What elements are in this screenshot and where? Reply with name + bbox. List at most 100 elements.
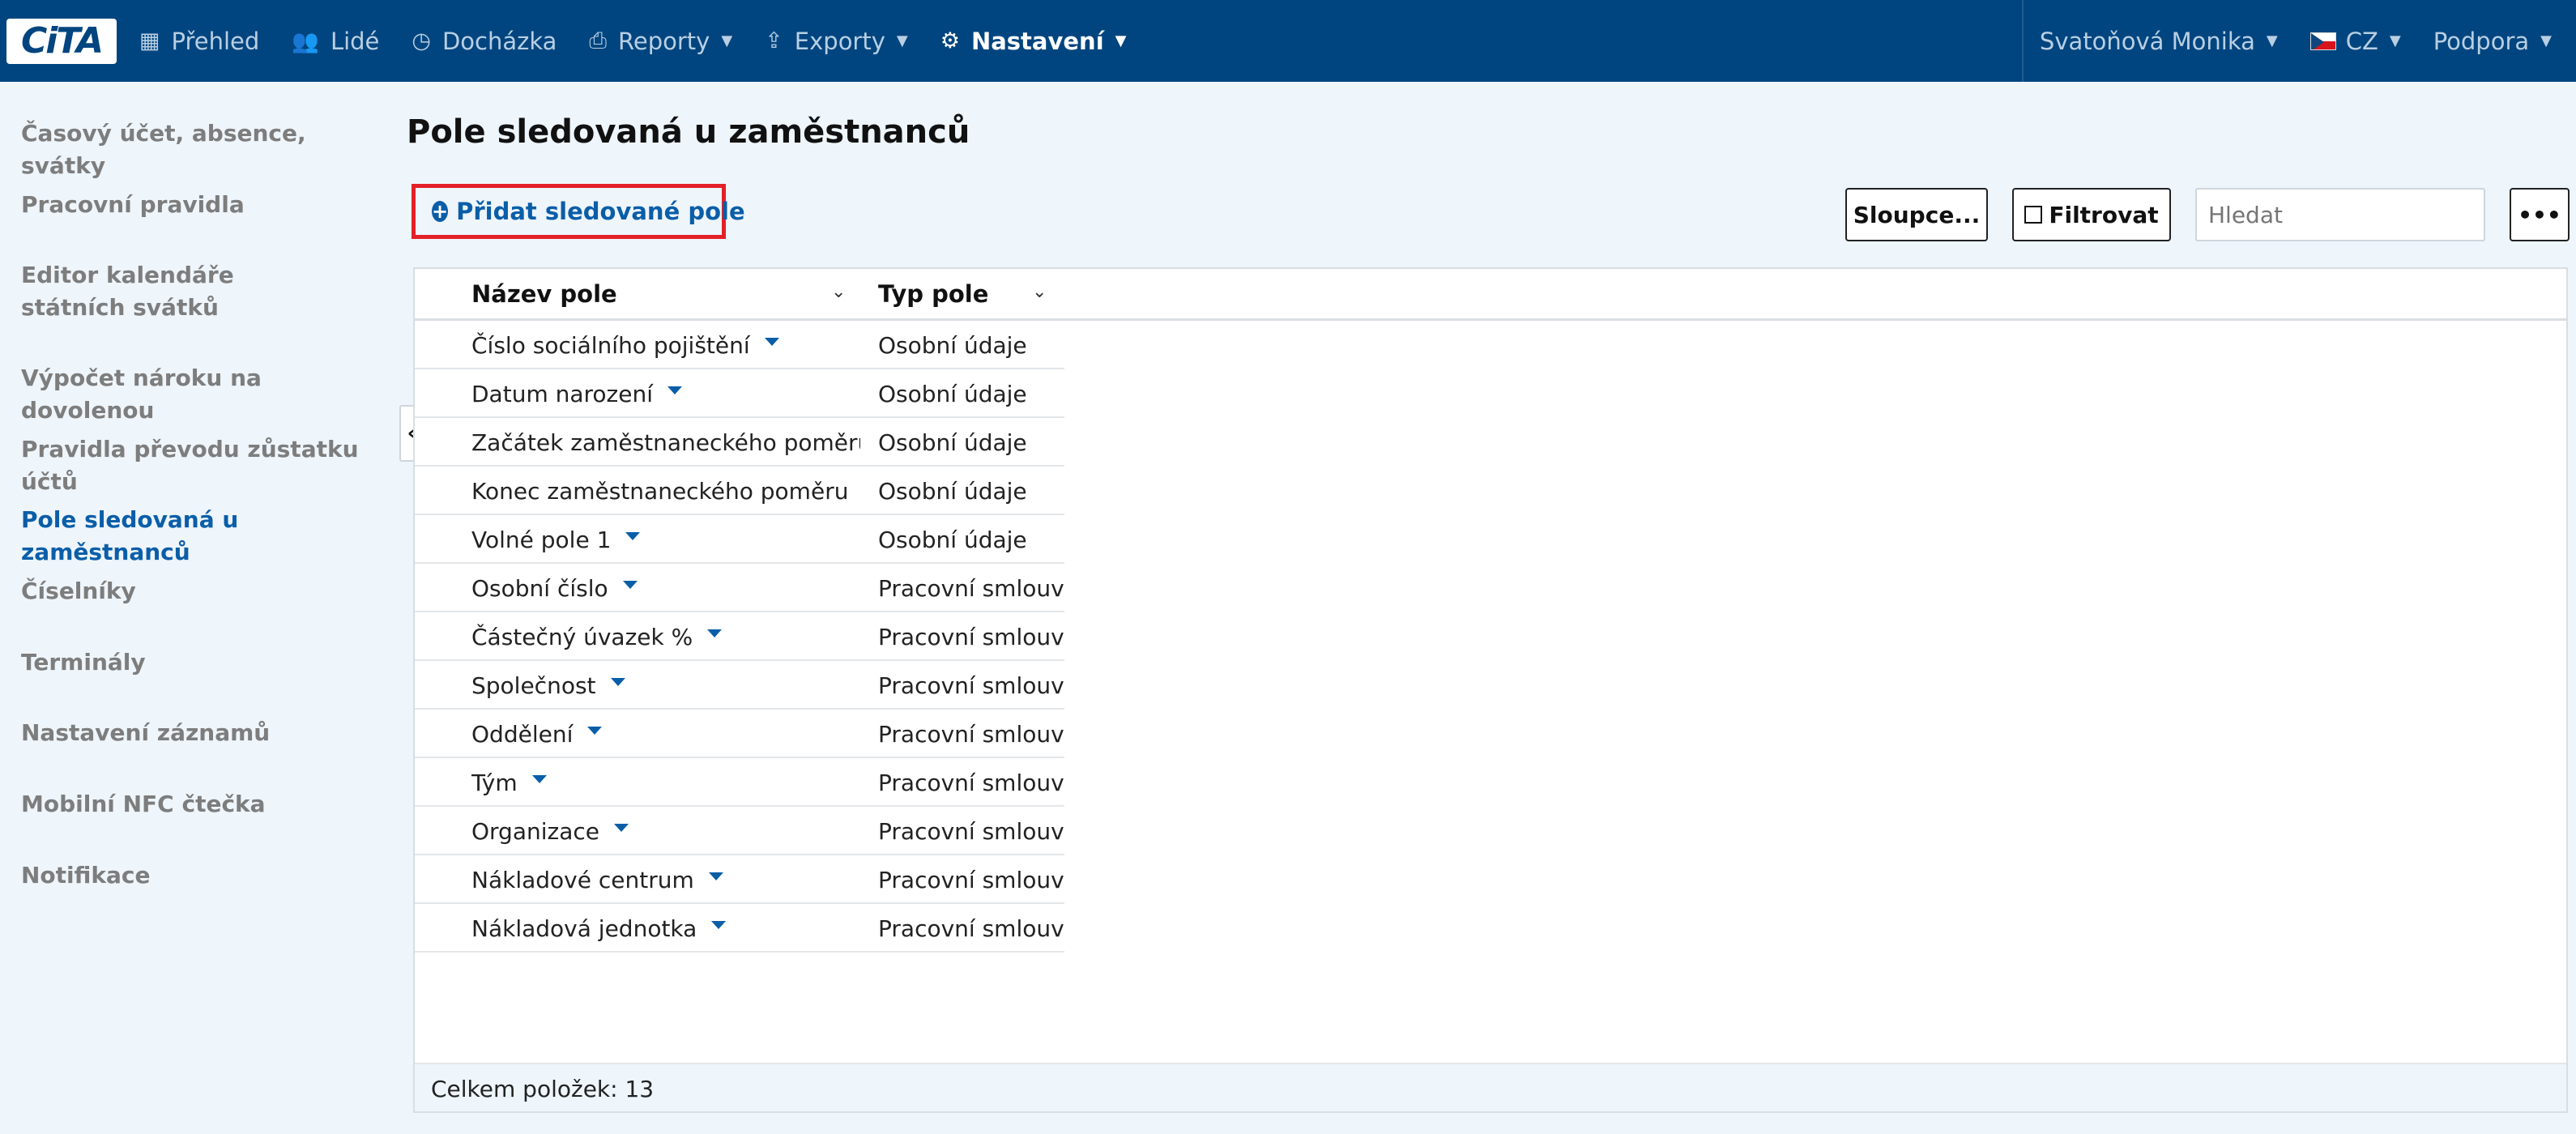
settings-sidebar: Časový účet, absence, svátky Pracovní pr… <box>0 82 397 1134</box>
dropdown-arrow-icon[interactable] <box>610 678 625 686</box>
nav-lide-label: Lidé <box>330 27 380 55</box>
sidebar-item-record-settings[interactable]: Nastavení záznamů <box>21 717 386 749</box>
sidebar-item-terminals[interactable]: Terminály <box>21 646 386 679</box>
total-items-count: Celkem položek: 13 <box>431 1076 655 1102</box>
field-type: Pracovní smlouvy <box>878 818 1064 845</box>
field-name: Datum narození <box>471 381 653 407</box>
column-header-name[interactable]: Název pole <box>471 280 617 308</box>
field-type: Osobní údaje <box>878 332 1027 359</box>
chevron-down-icon[interactable]: ⌄ <box>1032 282 1047 302</box>
table-row[interactable]: Společnost Pracovní smlouvy <box>415 661 1064 710</box>
field-type: Pracovní smlouvy <box>878 770 1064 796</box>
language-menu[interactable]: CZ ▼ <box>2294 0 2417 82</box>
field-name: Tým <box>471 770 518 796</box>
grid-icon: ▦ <box>139 28 160 53</box>
nav-reporty-label: Reporty <box>618 27 710 55</box>
sidebar-item-time-account[interactable]: Časový účet, absence, svátky <box>21 117 386 182</box>
table-row[interactable]: Organizace Pracovní smlouvy <box>415 807 1064 855</box>
field-name: Nákladové centrum <box>471 867 694 893</box>
language-label: CZ <box>2345 27 2378 55</box>
nav-exporty-label: Exporty <box>794 27 885 55</box>
chevron-down-icon[interactable]: ⌄ <box>831 282 846 302</box>
plus-circle-icon: + <box>432 200 449 223</box>
navbar-right: Svatoňová Monika ▼ CZ ▼ Podpora ▼ <box>2021 0 2576 82</box>
logo[interactable]: CiTA <box>0 0 123 82</box>
dropdown-arrow-icon[interactable] <box>667 386 682 394</box>
dropdown-arrow-icon[interactable] <box>587 727 603 735</box>
table-row[interactable]: Nákladové centrum Pracovní smlouvy <box>415 855 1064 904</box>
sidebar-item-work-rules[interactable]: Pracovní pravidla <box>21 189 386 221</box>
filter-label: Filtrovat <box>2049 201 2159 228</box>
export-icon: ⇪ <box>765 28 783 53</box>
nav-exporty[interactable]: ⇪ Exporty ▼ <box>748 0 924 82</box>
nav-lide[interactable]: 👥 Lidé <box>275 0 395 82</box>
table-row[interactable]: Číslo sociálního pojištění Osobní údaje <box>415 321 1064 369</box>
more-options-button[interactable]: ••• <box>2510 188 2570 241</box>
nav-reporty[interactable]: ⎙ Reporty ▼ <box>573 0 748 82</box>
field-name: Začátek zaměstnaneckého poměru <box>471 429 860 456</box>
table-row[interactable]: Volné pole 1 Osobní údaje <box>415 515 1064 564</box>
field-name: Konec zaměstnaneckého poměru <box>471 478 849 505</box>
dropdown-arrow-icon[interactable] <box>531 775 547 783</box>
page-title: Pole sledovaná u zaměstnanců <box>407 113 970 151</box>
sidebar-item-balance-transfer[interactable]: Pravidla převodu zůstatku účtů <box>21 433 386 498</box>
table-row[interactable]: Tým Pracovní smlouvy <box>415 758 1064 807</box>
nav-prehled-label: Přehled <box>171 27 260 55</box>
sidebar-item-tracked-fields[interactable]: Pole sledovaná u zaměstnanců <box>21 504 386 569</box>
field-type: Osobní údaje <box>878 478 1027 505</box>
table-row[interactable]: Oddělení Pracovní smlouvy <box>415 710 1064 758</box>
field-type: Pracovní smlouvy <box>878 721 1064 748</box>
table-row[interactable]: Osobní číslo Pracovní smlouvy <box>415 564 1064 612</box>
dropdown-arrow-icon[interactable] <box>625 532 641 540</box>
sidebar-item-codelists[interactable]: Číselníky <box>21 575 386 608</box>
field-type: Pracovní smlouvy <box>878 672 1064 699</box>
chevron-down-icon: ▼ <box>2266 32 2278 49</box>
table-row[interactable]: Začátek zaměstnaneckého poměru Osobní úd… <box>415 418 1064 467</box>
user-menu[interactable]: Svatoňová Monika ▼ <box>2024 0 2294 82</box>
search-input[interactable] <box>2195 188 2485 241</box>
users-icon: 👥 <box>292 28 319 54</box>
field-name: Společnost <box>471 672 596 699</box>
field-name: Nákladová jednotka <box>471 915 697 942</box>
filter-button[interactable]: Filtrovat <box>2012 188 2171 241</box>
chevron-down-icon: ▼ <box>1115 32 1127 49</box>
add-tracked-field-label: Přidat sledované pole <box>456 198 745 225</box>
nav-prehled[interactable]: ▦ Přehled <box>123 0 275 82</box>
dropdown-arrow-icon[interactable] <box>708 872 723 880</box>
dropdown-arrow-icon[interactable] <box>764 338 779 346</box>
sidebar-item-holiday-editor[interactable]: Editor kalendáře státních svátků <box>21 259 337 324</box>
dropdown-arrow-icon[interactable] <box>711 921 727 929</box>
dropdown-arrow-icon[interactable] <box>707 629 723 637</box>
sidebar-item-vacation-calc[interactable]: Výpočet nároku na dovolenou <box>21 362 386 427</box>
chevron-down-icon: ▼ <box>721 32 733 49</box>
field-type: Pracovní smlouvy <box>878 624 1064 650</box>
dropdown-arrow-icon[interactable] <box>614 824 629 832</box>
logo-text: CiTA <box>20 20 104 62</box>
sidebar-item-nfc-reader[interactable]: Mobilní NFC čtečka <box>21 788 386 821</box>
gear-icon: ⚙ <box>940 28 960 53</box>
field-name: Oddělení <box>471 721 574 748</box>
nav-nastaveni[interactable]: ⚙ Nastavení ▼ <box>924 0 1143 82</box>
table-row[interactable]: Nákladová jednotka Pracovní smlouvy <box>415 904 1064 953</box>
nav-dochazka[interactable]: ◷ Docházka <box>395 0 573 82</box>
top-navbar: CiTA ▦ Přehled 👥 Lidé ◷ Docházka ⎙ Repor… <box>0 0 2576 82</box>
checkbox-icon <box>2024 206 2043 224</box>
support-menu[interactable]: Podpora ▼ <box>2417 0 2576 82</box>
add-tracked-field-button[interactable]: + Přidat sledované pole <box>412 184 745 239</box>
chevron-down-icon: ▼ <box>2540 32 2552 49</box>
chevron-down-icon: ▼ <box>896 32 908 49</box>
nav-nastaveni-label: Nastavení <box>970 27 1104 55</box>
table-row[interactable]: Datum narození Osobní údaje <box>415 369 1064 418</box>
field-type: Pracovní smlouvy <box>878 915 1064 942</box>
columns-button[interactable]: Sloupce... <box>1845 188 1988 241</box>
field-type: Osobní údaje <box>878 429 1027 456</box>
table-row[interactable]: Konec zaměstnaneckého poměru Osobní údaj… <box>415 467 1064 515</box>
field-name: Volné pole 1 <box>471 526 612 553</box>
support-label: Podpora <box>2433 27 2530 55</box>
table-row[interactable]: Částečný úvazek % Pracovní smlouvy <box>415 612 1064 661</box>
sidebar-item-notifications[interactable]: Notifikace <box>21 859 386 892</box>
column-header-type[interactable]: Typ pole <box>878 280 988 308</box>
czech-flag-icon <box>2309 32 2336 50</box>
dropdown-arrow-icon[interactable] <box>622 581 638 589</box>
field-name: Částečný úvazek % <box>471 624 693 650</box>
